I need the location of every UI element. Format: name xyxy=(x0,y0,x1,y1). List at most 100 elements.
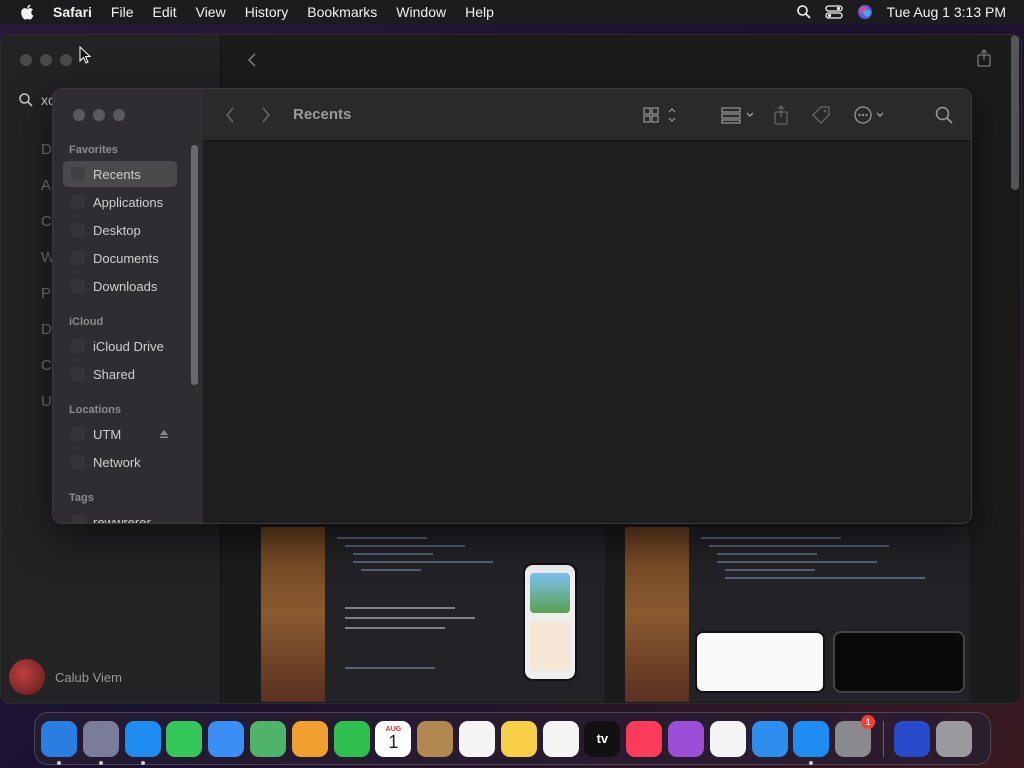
finder-icon xyxy=(41,721,77,757)
download-icon xyxy=(71,279,85,293)
finder-sidebar: Favorites Recents Applications Desktop D… xyxy=(53,89,203,523)
view-grid-icon[interactable] xyxy=(643,106,679,124)
safari-sidebar-item[interactable]: C xyxy=(41,357,52,374)
dock-app-safari[interactable] xyxy=(124,720,161,765)
sidebar-item-documents[interactable]: Documents xyxy=(63,245,177,271)
sidebar-scrollbar[interactable] xyxy=(191,145,198,385)
dock-app-tv[interactable]: tv xyxy=(584,720,621,757)
dock-app-app-store[interactable] xyxy=(793,720,830,765)
dock-app-notes[interactable] xyxy=(500,720,537,757)
safari-zoom-button[interactable] xyxy=(60,54,72,66)
app-store-icon xyxy=(793,721,829,757)
dock-app-system-settings[interactable]: 1 xyxy=(835,714,876,757)
finder-close-button[interactable] xyxy=(73,109,85,121)
menu-file[interactable]: File xyxy=(111,4,134,20)
dock-app-keynote[interactable] xyxy=(751,720,788,757)
sidebar-item-shared[interactable]: Shared xyxy=(63,361,177,387)
dock-app-launchpad[interactable] xyxy=(82,720,119,765)
safari-sidebar-item[interactable]: D xyxy=(41,141,52,158)
calendar-icon: AUG 1 xyxy=(375,721,411,757)
safari-sidebar-item[interactable]: U xyxy=(41,393,52,410)
facetime-icon xyxy=(334,721,370,757)
safari-scrollbar[interactable] xyxy=(1011,35,1019,190)
dock-app-podcasts[interactable] xyxy=(667,720,704,757)
back-chevron-icon[interactable] xyxy=(247,53,257,67)
safari-minimize-button[interactable] xyxy=(40,54,52,66)
menu-window[interactable]: Window xyxy=(396,4,446,20)
safari-user-profile[interactable]: Calub Viem xyxy=(9,659,122,695)
cloud-icon xyxy=(71,339,85,353)
dock-app-screen-sharing[interactable] xyxy=(893,720,930,757)
dock-app-trash[interactable] xyxy=(935,720,972,757)
forward-chevron-icon[interactable] xyxy=(261,106,271,123)
window-title: Recents xyxy=(293,106,352,123)
running-indicator xyxy=(98,760,103,765)
sidebar-item-downloads[interactable]: Downloads xyxy=(63,273,177,299)
dock-app-music[interactable] xyxy=(626,720,663,757)
menubar-clock[interactable]: Tue Aug 1 3:13 PM xyxy=(887,4,1006,20)
xcode-screenshot-thumbnail[interactable] xyxy=(625,527,969,702)
dock-app-photos[interactable] xyxy=(291,720,328,757)
menu-view[interactable]: View xyxy=(196,4,226,20)
mouse-cursor-icon xyxy=(79,46,91,64)
dock-app-facetime[interactable] xyxy=(333,720,370,757)
finder-zoom-button[interactable] xyxy=(113,109,125,121)
menu-history[interactable]: History xyxy=(245,4,289,20)
finder-content-area[interactable] xyxy=(203,141,971,523)
freeform-icon xyxy=(543,721,579,757)
group-by-icon[interactable] xyxy=(721,106,757,124)
tag-icon xyxy=(71,515,85,523)
screen-sharing-icon xyxy=(894,721,930,757)
chart-preview-dark xyxy=(833,631,965,693)
spotlight-search-icon[interactable] xyxy=(796,5,811,19)
xcode-screenshot-thumbnail[interactable] xyxy=(261,527,605,702)
safari-sidebar-item[interactable]: C xyxy=(41,213,52,230)
sidebar-item-tag[interactable]: rewwrerer xyxy=(63,509,177,523)
sidebar-item-desktop[interactable]: Desktop xyxy=(63,217,177,243)
menu-help[interactable]: Help xyxy=(465,4,494,20)
sidebar-item-utm[interactable]: UTM xyxy=(63,421,177,447)
dock-app-mail[interactable] xyxy=(208,720,245,757)
apple-menu-icon[interactable] xyxy=(20,4,34,20)
sidebar-item-applications[interactable]: Applications xyxy=(63,189,177,215)
favorites-header: Favorites xyxy=(69,144,118,156)
news-icon xyxy=(710,721,746,757)
control-center-icon[interactable] xyxy=(825,5,843,19)
menu-edit[interactable]: Edit xyxy=(152,4,176,20)
desktop-icon xyxy=(71,223,85,237)
menu-app-name[interactable]: Safari xyxy=(53,4,92,20)
tv-icon: tv xyxy=(584,721,620,757)
dock-app-messages[interactable] xyxy=(166,720,203,757)
share-icon[interactable] xyxy=(977,49,991,67)
back-chevron-icon[interactable] xyxy=(225,106,235,123)
tag-icon[interactable] xyxy=(811,105,831,125)
dock-app-news[interactable] xyxy=(709,720,746,757)
search-icon xyxy=(19,93,33,107)
safari-sidebar-item[interactable]: D xyxy=(41,321,52,338)
dock-app-reminders[interactable] xyxy=(458,720,495,757)
share-icon[interactable] xyxy=(773,104,789,125)
search-icon[interactable] xyxy=(935,106,953,124)
trash-icon xyxy=(936,721,972,757)
siri-icon[interactable] xyxy=(857,4,873,20)
reminders-icon xyxy=(459,721,495,757)
dock-app-contacts[interactable] xyxy=(417,720,454,757)
sidebar-item-icloud-drive[interactable]: iCloud Drive xyxy=(63,333,177,359)
eject-icon[interactable] xyxy=(159,429,169,439)
finder-minimize-button[interactable] xyxy=(93,109,105,121)
safari-close-button[interactable] xyxy=(20,54,32,66)
dock-app-calendar[interactable]: AUG 1 xyxy=(375,720,412,757)
safari-sidebar-item[interactable]: A xyxy=(41,177,51,194)
sidebar-item-recents[interactable]: Recents xyxy=(63,161,177,187)
messages-icon xyxy=(166,721,202,757)
running-indicator xyxy=(57,760,61,765)
more-actions-icon[interactable] xyxy=(853,105,887,125)
sidebar-item-network[interactable]: Network xyxy=(63,449,177,475)
menu-bookmarks[interactable]: Bookmarks xyxy=(307,4,377,20)
shared-folder-icon xyxy=(71,367,85,381)
dock-app-finder[interactable] xyxy=(41,720,77,765)
safari-sidebar-item[interactable]: P xyxy=(41,285,51,302)
dock-app-maps[interactable] xyxy=(249,720,286,757)
notes-icon xyxy=(501,721,537,757)
dock-app-freeform[interactable] xyxy=(542,720,579,757)
